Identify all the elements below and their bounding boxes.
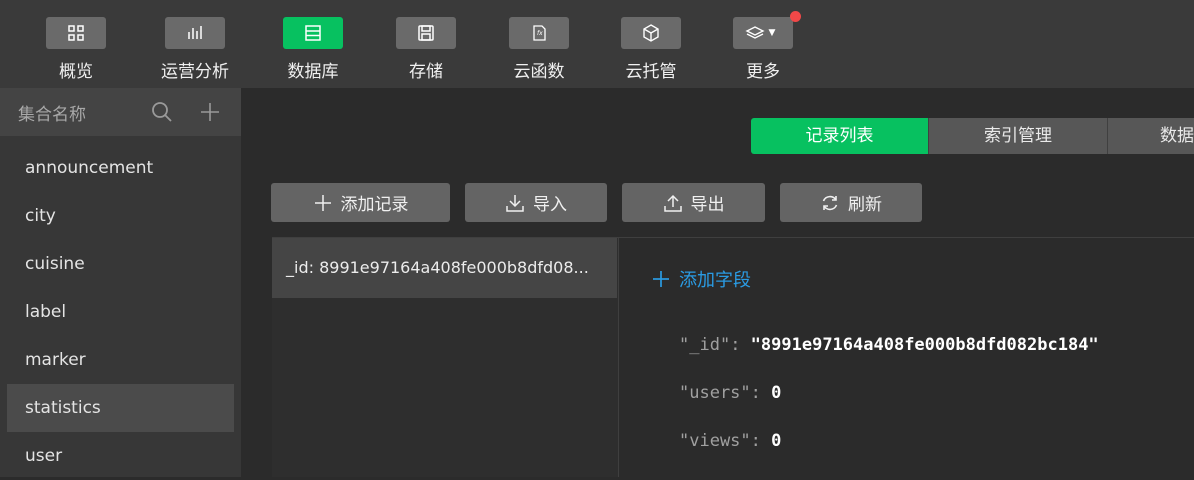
field-row-users[interactable]: "users": 0 [679, 383, 781, 403]
refresh-icon [822, 195, 838, 210]
add-record-button[interactable]: 添加记录 [271, 183, 450, 222]
sidebar-item-announcement[interactable]: announcement [7, 144, 234, 192]
export-label: 导出 [690, 195, 725, 215]
import-label: 导入 [533, 195, 567, 215]
cube-icon [643, 24, 659, 42]
sidebar-item-cuisine[interactable]: cuisine [7, 240, 234, 288]
sidebar-item-marker[interactable]: marker [7, 336, 234, 384]
toolbar-more[interactable]: ▼ 更多 [733, 11, 801, 82]
field-key: "views" [679, 431, 751, 451]
plus-icon [653, 271, 669, 287]
hosting-button[interactable] [621, 17, 681, 49]
collection-list: announcement city cuisine label marker s… [0, 136, 241, 480]
database-button[interactable] [283, 17, 343, 49]
grid-icon [68, 25, 84, 41]
toolbar-functions[interactable]: fx 云函数 [509, 17, 569, 82]
record-item[interactable]: _id: 8991e97164a408fe000b8dfd08... [272, 238, 617, 298]
action-bar: 添加记录 导入 导出 刷新 [271, 183, 937, 222]
overview-button[interactable] [46, 17, 106, 49]
tab-data[interactable]: 数据 [1108, 118, 1194, 154]
add-record-label: 添加记录 [340, 195, 409, 215]
bar-chart-icon [188, 26, 202, 39]
sidebar-item-label[interactable]: label [7, 288, 234, 336]
sidebar-header: 集合名称 [0, 88, 241, 136]
save-icon [418, 25, 434, 41]
field-colon: : [750, 431, 772, 451]
toolbar-label: 云函数 [513, 62, 565, 82]
toolbar-label: 存储 [409, 62, 443, 82]
field-colon: : [750, 383, 772, 403]
download-icon [506, 194, 524, 212]
collection-sidebar: 集合名称 announcement city cuisine label mar… [0, 88, 241, 477]
toolbar-overview[interactable]: 概览 [46, 17, 106, 82]
field-key: "users" [679, 383, 751, 403]
field-row-views[interactable]: "views": 0 [679, 431, 781, 451]
field-value[interactable]: 0 [771, 431, 781, 451]
field-colon: : [730, 335, 751, 355]
import-button[interactable]: 导入 [465, 183, 607, 222]
toolbar-label: 更多 [746, 62, 780, 82]
tab-indexes[interactable]: 索引管理 [929, 118, 1108, 154]
record-detail: 添加字段 "_id": "8991e97164a408fe000b8dfd082… [619, 237, 1194, 477]
field-row-id[interactable]: "_id": "8991e97164a408fe000b8dfd082bc184… [679, 335, 1099, 355]
add-collection-icon[interactable] [199, 101, 221, 123]
toolbar-database[interactable]: 数据库 [283, 17, 343, 82]
analytics-button[interactable] [165, 17, 225, 49]
refresh-label: 刷新 [848, 195, 882, 215]
tab-bar: 记录列表 索引管理 数据 [751, 118, 1194, 154]
export-button[interactable]: 导出 [622, 183, 765, 222]
toolbar-analytics[interactable]: 运营分析 [161, 17, 229, 82]
upload-icon [663, 194, 682, 212]
add-field-label: 添加字段 [679, 270, 751, 291]
storage-button[interactable] [396, 17, 456, 49]
toolbar-hosting[interactable]: 云托管 [621, 17, 681, 82]
plus-icon [314, 194, 331, 211]
svg-text:fx: fx [537, 30, 543, 37]
toolbar-label: 概览 [59, 62, 93, 82]
field-value[interactable]: "8991e97164a408fe000b8dfd082bc184" [751, 335, 1099, 355]
functions-button[interactable]: fx [509, 17, 569, 49]
layers-icon [744, 26, 765, 39]
sidebar-item-user[interactable]: user [7, 432, 234, 480]
field-value[interactable]: 0 [771, 383, 781, 403]
collection-name-title: 集合名称 [18, 104, 86, 125]
main-panel: 记录列表 索引管理 数据 添加记录 导入 导出 刷新 _id: 8991e971… [241, 88, 1194, 477]
function-icon: fx [533, 25, 546, 41]
more-button[interactable]: ▼ [733, 11, 801, 49]
caret-down-icon: ▼ [768, 28, 776, 38]
database-icon [305, 25, 321, 41]
search-icon[interactable] [151, 101, 173, 123]
record-list: _id: 8991e97164a408fe000b8dfd08... [272, 237, 619, 477]
toolbar-label: 运营分析 [161, 62, 229, 82]
field-key: "_id" [679, 335, 731, 355]
refresh-button[interactable]: 刷新 [780, 183, 922, 222]
toolbar-label: 云托管 [625, 62, 677, 82]
toolbar-label: 数据库 [287, 62, 339, 82]
toolbar-storage[interactable]: 存储 [396, 17, 456, 82]
tab-records[interactable]: 记录列表 [751, 118, 929, 154]
notification-dot [790, 11, 801, 22]
add-field-button[interactable]: 添加字段 [651, 266, 751, 292]
sidebar-item-statistics[interactable]: statistics [7, 384, 234, 432]
sidebar-item-city[interactable]: city [7, 192, 234, 240]
top-toolbar: 概览 运营分析 数据库 存储 fx 云函数 云托管 ▼ 更多 [0, 0, 1194, 88]
